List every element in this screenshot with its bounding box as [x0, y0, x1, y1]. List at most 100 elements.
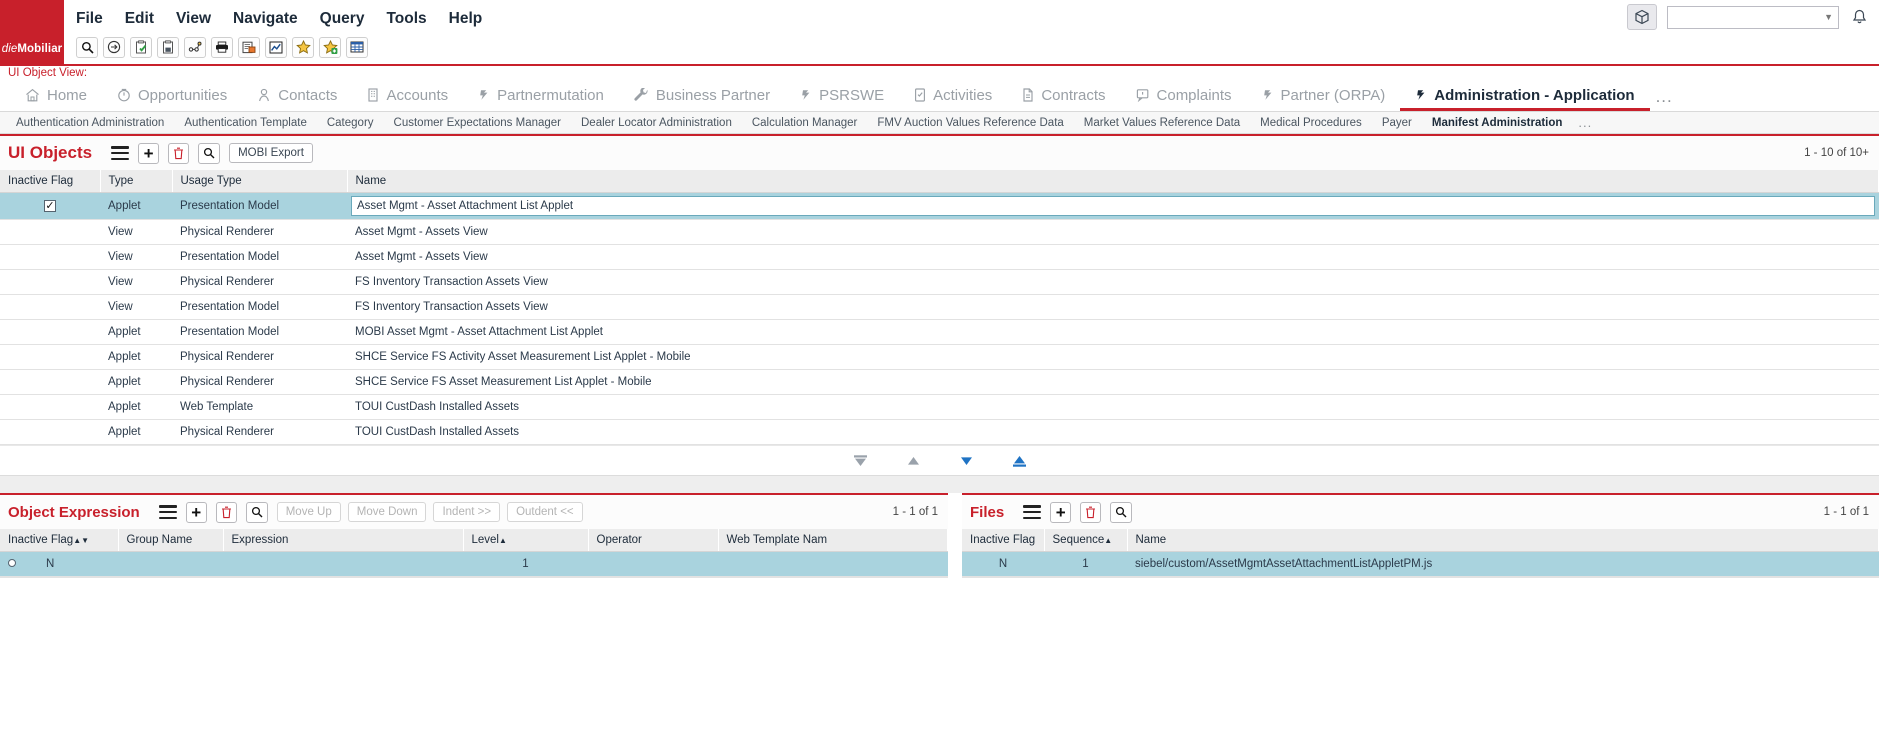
- menu-icon[interactable]: [158, 505, 177, 519]
- menu-item-tools[interactable]: Tools: [386, 10, 426, 28]
- type-cell[interactable]: Applet: [100, 319, 172, 345]
- add-favorite-icon[interactable]: [319, 36, 341, 58]
- column-header-operator[interactable]: Operator: [588, 529, 719, 552]
- nav-tab-activities[interactable]: Activities: [899, 82, 1007, 111]
- type-cell[interactable]: Applet: [100, 344, 172, 370]
- table-row[interactable]: View Physical Renderer FS Inventory Transa…: [0, 269, 1879, 295]
- column-header-expression[interactable]: Expression: [223, 529, 464, 552]
- menu-icon[interactable]: [111, 146, 130, 160]
- type-cell[interactable]: Applet: [100, 369, 172, 395]
- favorites-icon[interactable]: [292, 36, 314, 58]
- usage-type-cell[interactable]: Physical Renderer: [172, 419, 347, 445]
- usage-type-cell[interactable]: Physical Renderer: [172, 269, 347, 295]
- menu-item-navigate[interactable]: Navigate: [233, 10, 298, 28]
- nav-tab-partner-orpa[interactable]: Partner (ORPA): [1247, 82, 1401, 111]
- menu-item-help[interactable]: Help: [449, 10, 483, 28]
- name-cell[interactable]: SHCE Service FS Asset Measurement List A…: [347, 369, 1879, 395]
- menu-item-file[interactable]: File: [76, 10, 103, 28]
- inactive-flag-cell[interactable]: [0, 244, 100, 270]
- column-header-inactive-flag[interactable]: Inactive Flag: [0, 170, 101, 193]
- global-search-input[interactable]: ▼: [1667, 5, 1839, 29]
- sub-tab-authentication-template[interactable]: Authentication Template: [174, 117, 317, 129]
- type-cell[interactable]: Applet: [100, 394, 172, 420]
- query-button[interactable]: [1110, 501, 1133, 523]
- inactive-flag-cell[interactable]: [0, 394, 100, 420]
- column-header-usage-type[interactable]: Usage Type: [172, 170, 348, 193]
- sort-indicator-icon[interactable]: ▲: [1104, 536, 1112, 545]
- type-cell[interactable]: View: [100, 294, 172, 320]
- name-cell[interactable]: Asset Mgmt - Assets View: [347, 219, 1879, 245]
- sub-tab-market-values-reference-data[interactable]: Market Values Reference Data: [1074, 117, 1250, 129]
- name-cell[interactable]: MOBI Asset Mgmt - Asset Attachment List …: [347, 319, 1879, 345]
- inactive-flag-cell[interactable]: [0, 269, 100, 295]
- column-header-name[interactable]: Name: [347, 170, 1879, 193]
- delete-record-button[interactable]: [1080, 501, 1102, 523]
- nav-tab-accounts[interactable]: Accounts: [352, 82, 463, 111]
- new-record-button[interactable]: +: [1050, 501, 1072, 523]
- type-cell[interactable]: Applet: [100, 419, 172, 445]
- sub-tab-manifest-administration[interactable]: Manifest Administration: [1422, 117, 1573, 129]
- column-header-level[interactable]: Level▲: [463, 529, 589, 552]
- sequence-cell[interactable]: 1: [1044, 551, 1127, 577]
- name-cell[interactable]: TOUI CustDash Installed Assets: [347, 394, 1879, 420]
- column-header-inactive-flag[interactable]: Inactive Flag▲▼: [0, 529, 119, 552]
- name-cell[interactable]: FS Inventory Transaction Assets View: [347, 269, 1879, 295]
- table-row[interactable]: Applet Physical Renderer SHCE Service FS A…: [0, 369, 1879, 395]
- new-record-button[interactable]: +: [138, 142, 160, 164]
- usage-type-cell[interactable]: Physical Renderer: [172, 219, 347, 245]
- notifications-bell-icon[interactable]: [1849, 5, 1869, 29]
- column-header-inactive-flag[interactable]: Inactive Flag: [962, 529, 1045, 552]
- table-row[interactable]: View Presentation Model Asset Mgmt - Asset…: [0, 244, 1879, 270]
- nav-tab-home[interactable]: Home: [10, 82, 102, 111]
- usage-type-cell[interactable]: Presentation Model: [172, 319, 347, 345]
- usage-type-cell[interactable]: Presentation Model: [172, 294, 347, 320]
- operator-cell[interactable]: [588, 551, 718, 577]
- execute-query-icon[interactable]: [103, 36, 125, 58]
- level-cell[interactable]: 1: [463, 551, 588, 577]
- inactive-flag-cell[interactable]: [0, 319, 100, 345]
- column-header-type[interactable]: Type: [100, 170, 173, 193]
- group-name-cell[interactable]: [118, 551, 223, 577]
- app-switcher-button[interactable]: [1627, 4, 1657, 30]
- inactive-flag-cell[interactable]: [0, 369, 100, 395]
- inactive-flag-cell[interactable]: N: [962, 551, 1044, 577]
- type-cell[interactable]: Applet: [100, 192, 172, 220]
- usage-type-cell[interactable]: Presentation Model: [172, 244, 347, 270]
- inactive-flag-cell[interactable]: ✓: [0, 192, 100, 220]
- column-header-name[interactable]: Name: [1127, 529, 1879, 552]
- sub-tab-customer-expectations-manager[interactable]: Customer Expectations Manager: [384, 117, 571, 129]
- table-row[interactable]: View Physical Renderer Asset Mgmt - Assets…: [0, 219, 1879, 245]
- nav-tab-business-partner[interactable]: Business Partner: [619, 82, 785, 111]
- sub-tab-fmv-auction-values-reference-data[interactable]: FMV Auction Values Reference Data: [867, 117, 1073, 129]
- sub-tab-authentication-administration[interactable]: Authentication Administration: [6, 117, 174, 129]
- sort-indicator-icon[interactable]: ▲: [499, 536, 507, 545]
- table-row[interactable]: N1: [0, 551, 948, 577]
- web-template-name-cell[interactable]: [718, 551, 948, 577]
- table-row[interactable]: Applet Web Template TOUI CustDash Installe…: [0, 394, 1879, 420]
- sub-tab-dealer-locator-administration[interactable]: Dealer Locator Administration: [571, 117, 742, 129]
- print-icon[interactable]: [211, 36, 233, 58]
- usage-type-cell[interactable]: Presentation Model: [172, 192, 347, 220]
- name-cell[interactable]: Asset Mgmt - Assets View: [347, 244, 1879, 270]
- menu-icon[interactable]: [1023, 505, 1042, 519]
- query-button[interactable]: [198, 142, 221, 164]
- reports-icon[interactable]: [238, 36, 260, 58]
- row-marker-cell[interactable]: N: [0, 551, 118, 577]
- name-cell[interactable]: FS Inventory Transaction Assets View: [347, 294, 1879, 320]
- menu-item-query[interactable]: Query: [320, 10, 365, 28]
- delete-record-button[interactable]: [215, 501, 237, 523]
- new-record-icon[interactable]: [130, 36, 152, 58]
- charts-icon[interactable]: [265, 36, 287, 58]
- mobi-export-button[interactable]: MOBI Export: [229, 143, 313, 163]
- type-cell[interactable]: View: [100, 219, 172, 245]
- usage-type-cell[interactable]: Physical Renderer: [172, 369, 347, 395]
- name-cell[interactable]: SHCE Service FS Activity Asset Measureme…: [347, 344, 1879, 370]
- sort-indicator-icon[interactable]: ▲▼: [73, 536, 89, 545]
- column-header-group-name[interactable]: Group Name: [118, 529, 224, 552]
- table-row[interactable]: N 1 siebel/custom/AssetMgmtAssetAttachment…: [962, 551, 1879, 577]
- menu-item-view[interactable]: View: [176, 10, 211, 28]
- sub-tab-category[interactable]: Category: [317, 117, 384, 129]
- menu-item-edit[interactable]: Edit: [125, 10, 154, 28]
- sub-tab-calculation-manager[interactable]: Calculation Manager: [742, 117, 867, 129]
- next-page-button[interactable]: [958, 454, 975, 468]
